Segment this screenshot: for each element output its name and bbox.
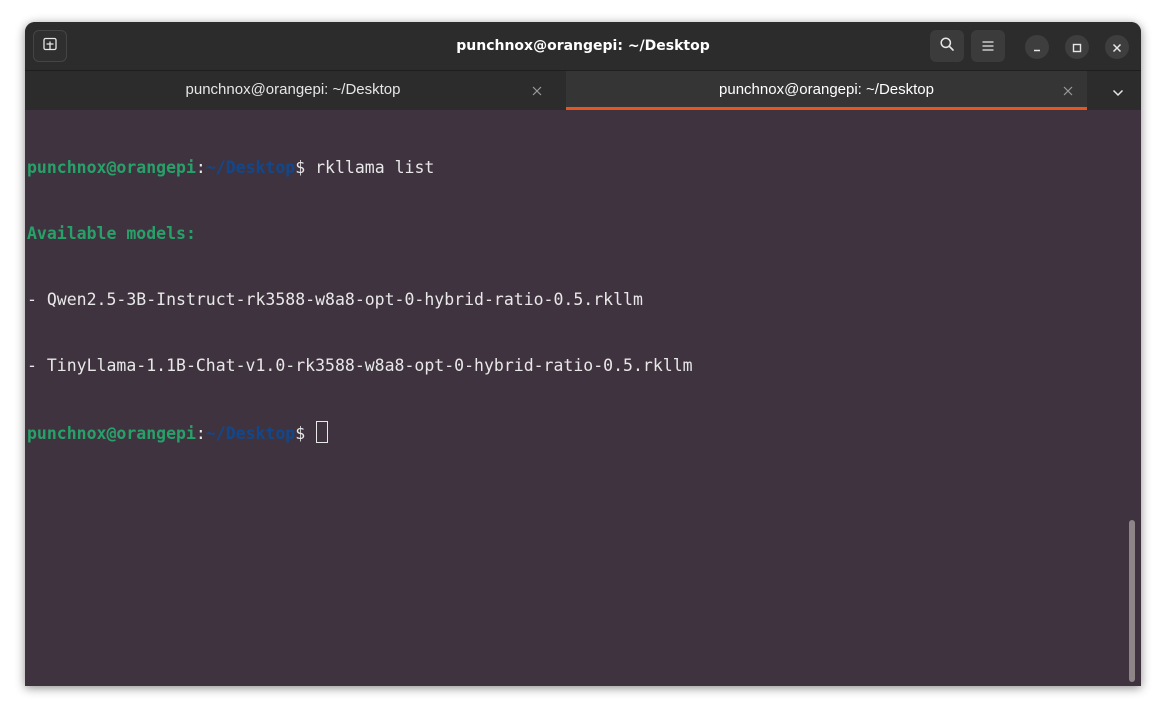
hamburger-menu-icon [981,37,995,56]
tab-label: punchnox@orangepi: ~/Desktop [719,81,934,98]
new-tab-icon [42,36,58,56]
close-icon [1063,81,1073,100]
main-menu-button[interactable] [971,30,1005,62]
terminal-output[interactable]: punchnox@orangepi:~/Desktop$ rkllama lis… [25,110,1141,686]
prompt-colon: : [195,158,206,177]
prompt-line: punchnox@orangepi:~/Desktop$ [27,421,693,443]
close-icon [532,81,542,100]
tab-list-dropdown[interactable] [1107,80,1129,102]
tab-label: punchnox@orangepi: ~/Desktop [185,81,401,98]
close-window-button[interactable] [1105,35,1129,59]
header-bar: punchnox@orangepi: ~/Desktop [25,22,1141,70]
prompt-user: punchnox@orangepi [27,158,196,177]
new-tab-button[interactable] [33,30,67,62]
tab-bar: punchnox@orangepi: ~/Desktop punchnox@or… [25,70,1141,111]
tab-2-active[interactable]: punchnox@orangepi: ~/Desktop [566,71,1087,111]
minimize-icon [1032,38,1042,57]
chevron-down-icon [1112,82,1124,101]
prompt-user: punchnox@orangepi [27,424,196,443]
prompt-dollar: $ [295,158,306,177]
close-icon [1112,38,1122,57]
minimize-button[interactable] [1025,35,1049,59]
tab-close-button[interactable] [1060,82,1076,98]
prompt-colon: : [195,424,206,443]
command-text: rkllama list [305,158,435,177]
maximize-button[interactable] [1065,35,1089,59]
scrollbar[interactable] [1129,520,1135,682]
prompt-dollar: $ [295,424,316,443]
model-list-item: - TinyLlama-1.1B-Chat-v1.0-rk3588-w8a8-o… [27,356,693,375]
command-line: punchnox@orangepi:~/Desktop$ rkllama lis… [27,157,693,179]
tab-close-button[interactable] [529,82,545,98]
prompt-path: ~/Desktop [205,158,296,177]
text-cursor [316,421,329,443]
search-icon [939,36,955,56]
terminal-window: punchnox@orangepi: ~/Desktop punchnox@or… [25,22,1141,686]
tab-1[interactable]: punchnox@orangepi: ~/Desktop [25,71,561,110]
prompt-path: ~/Desktop [205,424,296,443]
output-heading: Available models: [27,224,196,243]
model-list-item: - Qwen2.5-3B-Instruct-rk3588-w8a8-opt-0-… [27,290,643,309]
search-button[interactable] [930,30,964,62]
maximize-icon [1072,38,1082,57]
